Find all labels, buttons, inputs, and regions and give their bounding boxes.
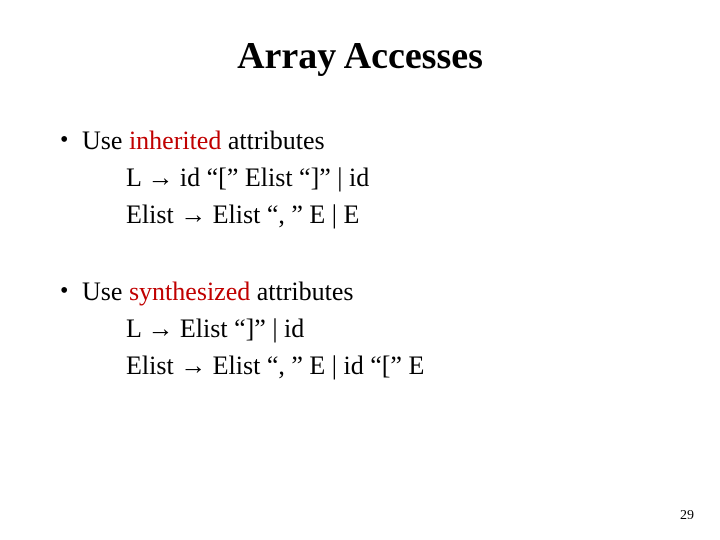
grammar-line: L → Elist “]” | id <box>126 311 660 346</box>
slide: Array Accesses • Use inherited attribute… <box>0 0 720 540</box>
bullet-text: Use inherited attributes <box>82 124 660 158</box>
lead-post: attributes <box>250 277 353 306</box>
lead-post: attributes <box>221 126 324 155</box>
bullet-item: • Use inherited attributes <box>60 124 660 158</box>
lead-pre: Use <box>82 277 129 306</box>
bullet-dot-icon: • <box>60 275 82 307</box>
bullet-text: Use synthesized attributes <box>82 275 660 309</box>
slide-title: Array Accesses <box>60 34 660 78</box>
grammar-line: L → id “[” Elist “]” | id <box>126 160 660 195</box>
lead-keyword: inherited <box>129 126 221 155</box>
lead-pre: Use <box>82 126 129 155</box>
bullet-list: • Use inherited attributes L → id “[” El… <box>60 124 660 383</box>
lead-keyword: synthesized <box>129 277 250 306</box>
grammar-line: Elist → Elist “, ” E | id “[” E <box>126 348 660 383</box>
bullet-dot-icon: • <box>60 124 82 156</box>
page-number: 29 <box>680 508 694 524</box>
grammar-line: Elist → Elist “, ” E | E <box>126 197 660 232</box>
bullet-item: • Use synthesized attributes <box>60 275 660 309</box>
